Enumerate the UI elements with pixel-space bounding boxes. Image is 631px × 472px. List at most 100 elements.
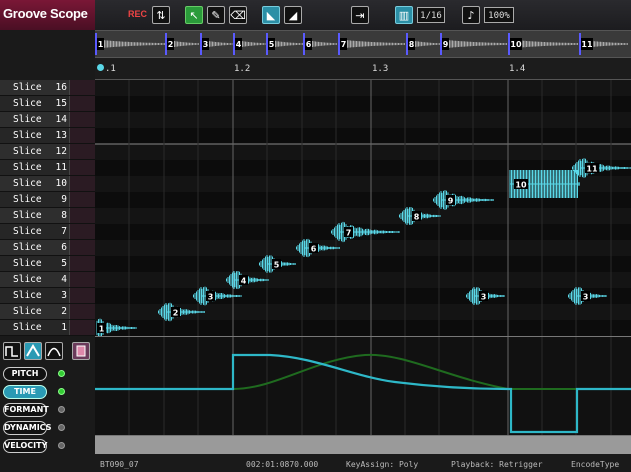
overview-slice[interactable]: 5 xyxy=(266,33,303,55)
formant-led xyxy=(58,406,65,413)
slice-label-row[interactable]: Slice 6 xyxy=(0,240,95,256)
ruler-left-blank xyxy=(0,58,95,80)
slice-label-marker xyxy=(69,320,95,335)
move-arrows-icon[interactable]: ⇅ xyxy=(152,6,170,24)
slice-label-name: Slice xyxy=(13,130,42,141)
grid-row xyxy=(95,288,631,304)
slice-number-label: 5 xyxy=(274,261,280,270)
overview-slice-number: 10 xyxy=(510,40,522,49)
status-keyassign: KeyAssign: Poly xyxy=(346,460,419,469)
slice-label-row[interactable]: Slice 4 xyxy=(0,272,95,288)
slice-label-marker xyxy=(69,176,95,191)
jump-to-start-icon[interactable]: ⇥ xyxy=(351,6,369,24)
curve-shape-icon[interactable] xyxy=(45,342,63,360)
slice-label-row[interactable]: Slice 1 xyxy=(0,320,95,336)
slice-label-row[interactable]: Slice 5 xyxy=(0,256,95,272)
overview-slice[interactable]: 2 xyxy=(165,33,199,55)
select-speaker-icon[interactable]: ◣ xyxy=(262,6,280,24)
slice-label-row[interactable]: Slice 7 xyxy=(0,224,95,240)
status-bar: BT090_07 002:01:0870.000 KeyAssign: Poly… xyxy=(0,458,631,472)
slice-grid[interactable]: 1 2 3 4 5 6 7 8 9 10 11 3 3 xyxy=(95,80,631,336)
overview-left-blank xyxy=(0,30,95,58)
slice-label-row[interactable]: Slice 14 xyxy=(0,112,95,128)
slice-label-marker xyxy=(69,256,95,271)
pitch-button[interactable]: PITCH xyxy=(3,367,47,381)
overview-slice[interactable]: 9 xyxy=(440,33,507,55)
slice-label-row[interactable]: Slice 15 xyxy=(0,96,95,112)
toolbar: REC ⇅ ↖ ✎ ⌫ ◣ ◢ ⇥ ▥ 1/16 ♪ 100% xyxy=(95,0,631,31)
slice-label-row[interactable]: Slice 13 xyxy=(0,128,95,144)
slice-label-row[interactable]: Slice 8 xyxy=(0,208,95,224)
slice-label-name: Slice xyxy=(13,306,42,317)
status-encode: EncodeType xyxy=(571,460,620,469)
slice-number-label: 4 xyxy=(241,277,247,286)
time-led xyxy=(58,388,65,395)
slice-number-label: 8 xyxy=(414,213,420,222)
grid-row xyxy=(95,144,631,160)
overview-slice-number: 1 xyxy=(98,40,104,49)
ruler-tick-label: 1.4 xyxy=(509,64,526,74)
user-shape-icon[interactable] xyxy=(72,342,90,360)
swing-note-icon[interactable]: ♪ xyxy=(462,6,480,24)
slice-label-row[interactable]: Slice 12 xyxy=(0,144,95,160)
slice-label-row[interactable]: Slice 10 xyxy=(0,176,95,192)
slice-label-marker xyxy=(69,112,95,127)
overview-slice[interactable]: 4 xyxy=(233,33,266,55)
slice-number-label: 1 xyxy=(99,325,105,334)
slice-number-label: 3 xyxy=(481,293,487,302)
quantize-value[interactable]: 1/16 xyxy=(417,7,445,23)
triangle-shape-icon[interactable] xyxy=(24,342,42,360)
grid-row xyxy=(95,128,631,144)
overview-slice[interactable]: 1 xyxy=(95,33,165,55)
grid-icon[interactable]: ▥ xyxy=(395,6,413,24)
slice-label-number: 11 xyxy=(55,162,67,173)
slice-label-row[interactable]: Slice 3 xyxy=(0,288,95,304)
slice-label-name: Slice xyxy=(13,178,42,189)
slice-label-marker xyxy=(69,96,95,111)
slice-label-row[interactable]: Slice 16 xyxy=(0,80,95,96)
overview-slice[interactable]: 6 xyxy=(303,33,337,55)
envelope-editor[interactable] xyxy=(95,336,631,436)
grid-row xyxy=(95,208,631,224)
overview-slice[interactable]: 7 xyxy=(338,33,405,55)
slice-label-name: Slice xyxy=(13,258,42,269)
square-shape-icon[interactable] xyxy=(3,342,21,360)
ruler-tick-label: 1.3 xyxy=(372,64,389,74)
formant-button[interactable]: FORMANT xyxy=(3,403,49,417)
dynamics-button[interactable]: DYNAMICS xyxy=(3,421,51,435)
overview-slice-number: 2 xyxy=(168,40,174,49)
time-button[interactable]: TIME xyxy=(3,385,47,399)
pencil-tool-icon[interactable]: ✎ xyxy=(207,6,225,24)
overview-slice[interactable]: 3 xyxy=(200,33,233,55)
overview-slice[interactable]: 8 xyxy=(406,33,440,55)
overview-wave xyxy=(96,39,165,49)
overview-slice-number: 9 xyxy=(443,40,449,49)
eraser-tool-icon[interactable]: ⌫ xyxy=(229,6,247,24)
slice-label-row[interactable]: Slice 9 xyxy=(0,192,95,208)
slice-label-name: Slice xyxy=(13,82,42,93)
percent-value[interactable]: 100% xyxy=(484,7,514,23)
overview-slice[interactable]: 10 xyxy=(508,33,578,55)
ruler-tick-label: 1.2 xyxy=(234,64,251,74)
slice-label-number: 8 xyxy=(61,210,67,221)
slice-label-name: Slice xyxy=(13,226,42,237)
velocity-button[interactable]: VELOCITY xyxy=(3,439,47,453)
slice-label-name: Slice xyxy=(13,194,42,205)
timeline-ruler[interactable]: .1 1.2 1.3 1.4 xyxy=(95,58,631,80)
slice-number-label: 3 xyxy=(208,293,214,302)
overview-slice[interactable]: 11 xyxy=(579,33,628,55)
slice-label-row[interactable]: Slice 2 xyxy=(0,304,95,320)
playhead-marker-icon[interactable] xyxy=(97,64,104,71)
grid-row xyxy=(95,240,631,256)
pointer-tool-icon[interactable]: ↖ xyxy=(185,6,203,24)
pitch-led xyxy=(58,370,65,377)
speaker-mute-icon[interactable]: ◢ xyxy=(284,6,302,24)
slice-event[interactable]: 10 xyxy=(509,170,580,198)
dynamics-led xyxy=(58,424,65,431)
horizontal-scrollbar[interactable] xyxy=(95,436,631,454)
slice-label-row[interactable]: Slice 11 xyxy=(0,160,95,176)
slice-label-number: 1 xyxy=(61,322,67,333)
overview-strip[interactable]: 1 2 3 4 5 6 7 8 9 10 11 xyxy=(95,30,631,58)
slice-number-label: 7 xyxy=(346,229,352,238)
slice-label-marker xyxy=(69,192,95,207)
